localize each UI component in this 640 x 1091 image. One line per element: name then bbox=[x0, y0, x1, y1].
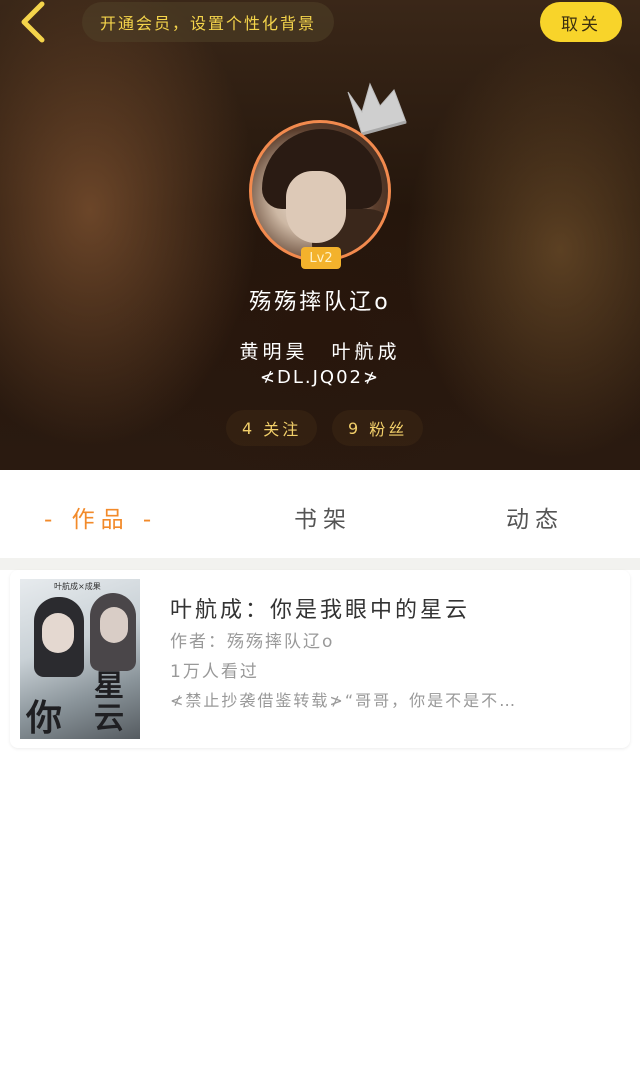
unfollow-label: 取关 bbox=[561, 14, 601, 35]
book-card[interactable]: 叶航成×成果 星云 你 叶航成：你是我眼中的星云 作者：殇殇摔队辽o 1万人看过… bbox=[10, 570, 630, 748]
chevron-left-icon bbox=[21, 1, 45, 43]
fans-count: 9 bbox=[348, 418, 362, 438]
tab-works[interactable]: - 作品 - bbox=[44, 500, 157, 534]
unfollow-button[interactable]: 取关 bbox=[540, 2, 622, 42]
tab-activity[interactable]: 动态 bbox=[506, 500, 564, 534]
divider bbox=[0, 558, 640, 570]
book-cover[interactable]: 叶航成×成果 星云 你 bbox=[20, 579, 140, 739]
cover-side-chars: 星云 bbox=[94, 669, 124, 736]
profile-header: 开通会员，设置个性化背景 取关 Lv2 殇殇摔队辽o 黄明昊 叶航成 ≮DL.J… bbox=[0, 0, 640, 470]
book-author: 作者：殇殇摔队辽o bbox=[170, 632, 335, 652]
avatar-container[interactable] bbox=[249, 120, 391, 262]
cover-top-text: 叶航成×成果 bbox=[54, 582, 101, 591]
back-button[interactable] bbox=[14, 0, 54, 44]
vip-banner-text: 开通会员，设置个性化背景 bbox=[100, 14, 317, 33]
following-count: 4 bbox=[242, 418, 256, 438]
fans-count-button[interactable]: 9 粉丝 bbox=[332, 410, 424, 446]
tab-bookshelf[interactable]: 书架 bbox=[294, 500, 352, 534]
following-label: 关注 bbox=[263, 420, 302, 439]
username: 殇殇摔队辽o bbox=[249, 290, 391, 315]
bio-line-1: 黄明昊 叶航成 bbox=[239, 341, 401, 363]
bio-line-2: ≮DL.JQ02≯ bbox=[259, 367, 381, 388]
book-description: ≮禁止抄袭借鉴转载≯“哥哥，你是不是不… bbox=[170, 691, 518, 710]
level-badge: Lv2 bbox=[301, 247, 341, 269]
book-read-count: 1万人看过 bbox=[170, 662, 259, 682]
book-title[interactable]: 叶航成：你是我眼中的星云 bbox=[170, 592, 470, 624]
following-count-button[interactable]: 4 关注 bbox=[226, 410, 318, 446]
cover-big-char: 你 bbox=[26, 698, 63, 739]
vip-banner[interactable]: 开通会员，设置个性化背景 bbox=[82, 2, 335, 42]
profile-tabs: - 作品 - 书架 动态 bbox=[0, 470, 640, 560]
avatar[interactable] bbox=[249, 120, 391, 262]
fans-label: 粉丝 bbox=[369, 420, 408, 439]
